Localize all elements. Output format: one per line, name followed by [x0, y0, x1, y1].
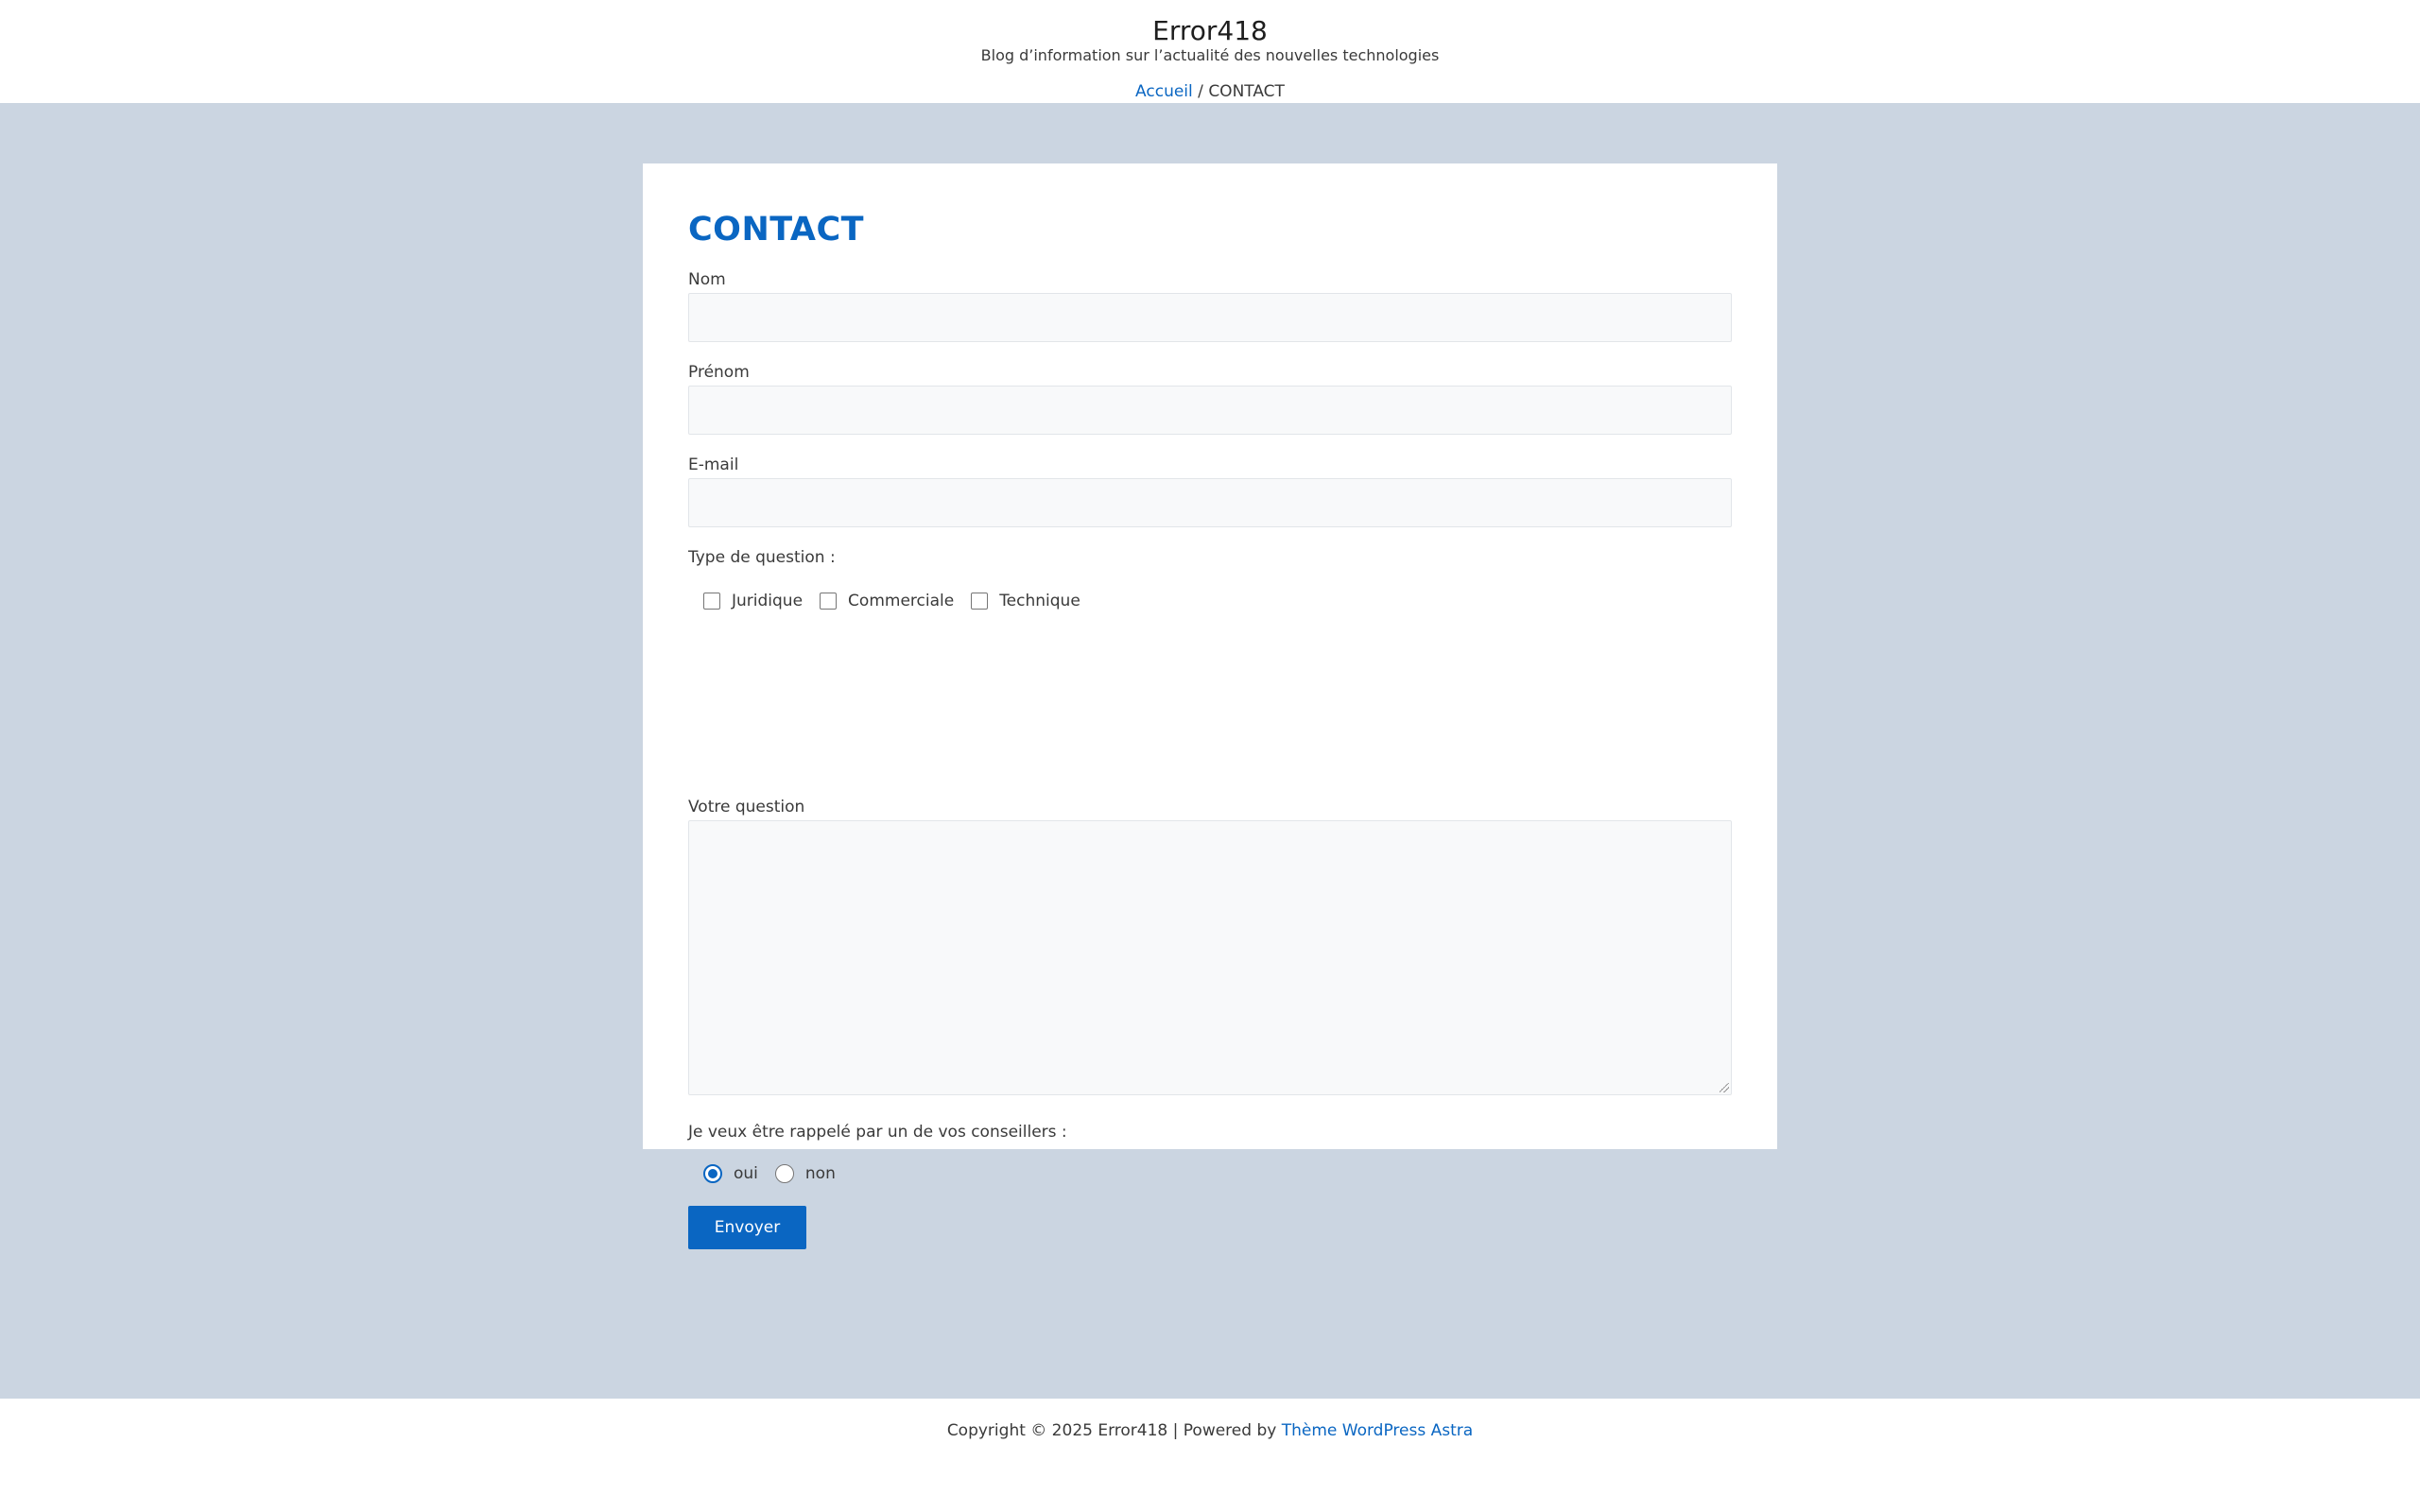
footer-theme-link[interactable]: Thème WordPress Astra: [1282, 1421, 1473, 1440]
technique-label[interactable]: Technique: [999, 591, 1080, 611]
resize-grip-icon[interactable]: [1720, 1083, 1729, 1092]
contact-card: CONTACT Nom Prénom E-mail Type de questi…: [643, 163, 1777, 1249]
question-textarea[interactable]: [688, 820, 1732, 1095]
nom-label: Nom: [688, 270, 726, 289]
nom-input[interactable]: [688, 293, 1732, 342]
juridique-label[interactable]: Juridique: [732, 591, 803, 611]
commerciale-checkbox[interactable]: [820, 593, 838, 610]
breadcrumb-separator: /: [1192, 82, 1209, 101]
prenom-input[interactable]: [688, 386, 1732, 435]
non-label[interactable]: non: [805, 1163, 836, 1184]
email-input[interactable]: [688, 478, 1732, 527]
main-area: CONTACT Nom Prénom E-mail Type de questi…: [0, 103, 2420, 1399]
breadcrumb-home-link[interactable]: Accueil: [1135, 82, 1193, 101]
site-footer: Copyright © 2025 Error418 | Powered by T…: [0, 1399, 2420, 1512]
question-type-group: Juridique Commerciale Technique: [703, 591, 1098, 611]
question-label-text: Votre question: [688, 798, 805, 816]
submit-button[interactable]: Envoyer: [688, 1206, 806, 1249]
juridique-checkbox[interactable]: [703, 593, 720, 610]
oui-radio[interactable]: [703, 1164, 722, 1183]
email-label: E-mail: [688, 455, 739, 474]
question-type-commerciale[interactable]: Commerciale: [820, 591, 954, 611]
page-title: CONTACT: [688, 211, 865, 249]
oui-label[interactable]: oui: [734, 1163, 758, 1184]
callback-oui[interactable]: oui: [703, 1163, 758, 1184]
site-header: Error418 Blog d’information sur l’actual…: [0, 0, 2420, 103]
commerciale-label[interactable]: Commerciale: [848, 591, 954, 611]
callback-non[interactable]: non: [774, 1163, 836, 1184]
question-type-juridique[interactable]: Juridique: [703, 591, 803, 611]
site-title[interactable]: Error418: [0, 13, 2420, 49]
breadcrumb-current: CONTACT: [1208, 82, 1285, 101]
question-type-label: Type de question :: [688, 548, 836, 567]
prenom-label: Prénom: [688, 363, 750, 382]
footer-text: Copyright © 2025 Error418 | Powered by T…: [0, 1420, 2420, 1441]
callback-group: oui non: [703, 1163, 853, 1184]
question-type-technique[interactable]: Technique: [971, 591, 1080, 611]
site-tagline: Blog d’information sur l’actualité des n…: [980, 46, 1440, 64]
footer-copyright: Copyright © 2025 Error418 | Powered by: [946, 1421, 1282, 1440]
breadcrumb: Accueil / CONTACT: [0, 81, 2420, 102]
technique-checkbox[interactable]: [971, 593, 989, 610]
callback-label: Je veux être rappelé par un de vos conse…: [688, 1123, 1067, 1142]
non-radio[interactable]: [774, 1164, 794, 1183]
